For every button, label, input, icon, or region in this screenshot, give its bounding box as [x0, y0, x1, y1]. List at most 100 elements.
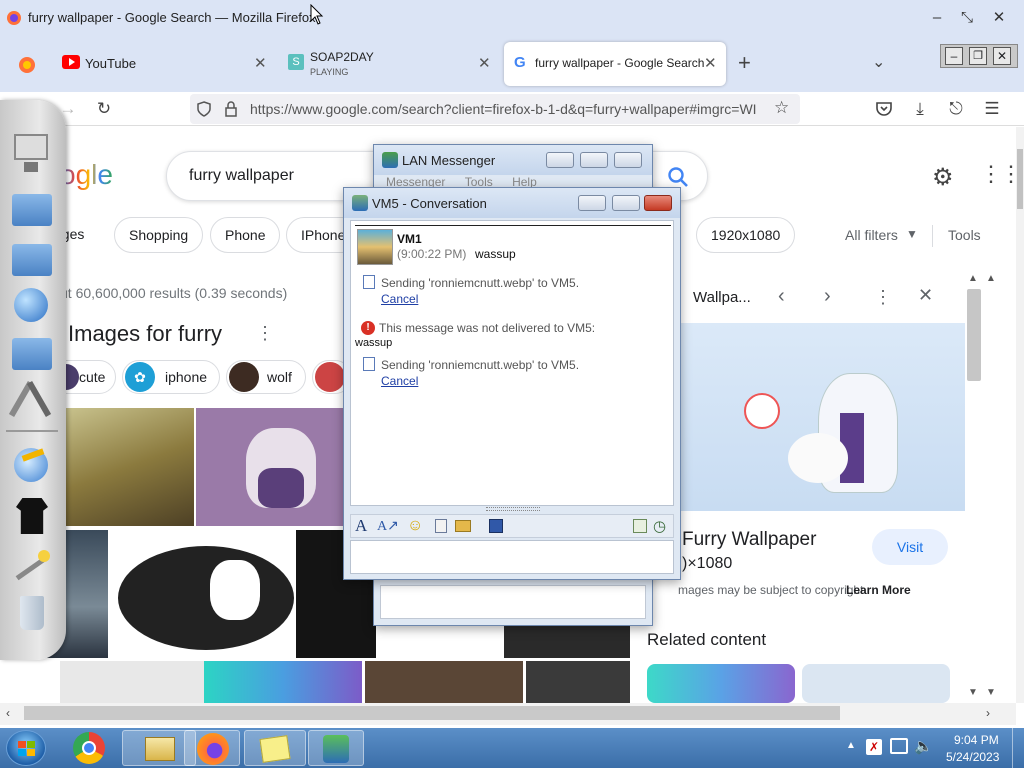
- taskbar-sticky-notes[interactable]: [244, 730, 306, 766]
- image-result[interactable]: [62, 408, 194, 526]
- filter-chip-shopping[interactable]: Shopping: [114, 217, 204, 253]
- network-icon[interactable]: [890, 738, 908, 754]
- magic-wand-icon[interactable]: [8, 544, 54, 594]
- show-hidden-icons-icon[interactable]: ▲: [846, 740, 856, 751]
- image-result[interactable]: [365, 661, 523, 703]
- tab-youtube[interactable]: YouTube ✕: [52, 40, 276, 90]
- image-result[interactable]: [60, 661, 204, 703]
- menu-hamburger-icon[interactable]: ☰: [980, 97, 1004, 121]
- splitter-grip[interactable]: [486, 507, 540, 511]
- maximize-button[interactable]: [580, 152, 608, 168]
- panel-scroll-down-icon[interactable]: ▼: [986, 687, 996, 698]
- volume-icon[interactable]: 🔈: [914, 737, 933, 755]
- tab-google-search[interactable]: G furry wallpaper - Google Search ✕: [504, 42, 726, 86]
- folder-icon[interactable]: [8, 184, 54, 234]
- folder-icon[interactable]: [8, 328, 54, 378]
- show-desktop-button[interactable]: [1012, 728, 1024, 768]
- related-chip-wolf[interactable]: wolf: [226, 360, 306, 394]
- all-filters-button[interactable]: All filters: [845, 227, 898, 243]
- network-globe-icon[interactable]: [8, 282, 54, 332]
- folder-icon[interactable]: [8, 234, 54, 284]
- search-input[interactable]: furry wallpaper: [189, 167, 294, 185]
- font-color-icon[interactable]: A↗: [377, 518, 399, 535]
- action-center-icon[interactable]: ✗: [866, 739, 882, 755]
- close-button[interactable]: [614, 152, 642, 168]
- image-result[interactable]: [110, 530, 294, 658]
- minimize-button[interactable]: [578, 195, 606, 211]
- panel-scroll-up-icon[interactable]: ▲: [968, 273, 978, 284]
- learn-more-link[interactable]: Learn More: [846, 583, 911, 597]
- google-logo[interactable]: ogle: [60, 159, 113, 191]
- minimize-button[interactable]: –: [926, 8, 948, 28]
- image-result[interactable]: [526, 661, 630, 703]
- tshirt-icon[interactable]: [8, 492, 54, 542]
- horizontal-scrollbar[interactable]: ‹ ›: [0, 703, 1016, 725]
- settings-gear-icon[interactable]: ⚙: [932, 163, 954, 192]
- image-result[interactable]: [504, 622, 630, 658]
- close-button[interactable]: [644, 195, 672, 211]
- image-result[interactable]: [204, 661, 362, 703]
- internet-explorer-icon[interactable]: [8, 442, 54, 492]
- preview-source-title[interactable]: Wallpa...: [693, 289, 751, 306]
- message-input[interactable]: [350, 540, 674, 574]
- visit-button[interactable]: Visit: [872, 529, 948, 565]
- pocket-icon[interactable]: [875, 100, 893, 118]
- maximize-button[interactable]: [612, 195, 640, 211]
- cancel-transfer-link[interactable]: Cancel: [381, 374, 418, 388]
- computer-icon[interactable]: [8, 130, 54, 180]
- url-text[interactable]: https://www.google.com/search?client=fir…: [250, 101, 766, 117]
- panel-scrollbar-thumb[interactable]: [967, 289, 981, 381]
- close-tab-icon[interactable]: ✕: [254, 54, 267, 72]
- vm-close-button[interactable]: ✕: [993, 47, 1011, 65]
- vm-minimize-button[interactable]: –: [945, 47, 963, 65]
- clock-time[interactable]: 9:04 PM: [954, 733, 999, 747]
- restore-button[interactable]: ⤡: [956, 8, 978, 28]
- save-icon[interactable]: [489, 519, 503, 533]
- history-icon[interactable]: [633, 519, 647, 533]
- tools-icon[interactable]: [8, 374, 54, 424]
- vertical-scrollbar[interactable]: [1016, 127, 1024, 703]
- apps-grid-icon[interactable]: ⋮⋮⋮: [980, 161, 1016, 187]
- cancel-transfer-link[interactable]: Cancel: [381, 292, 418, 306]
- vertical-scrollbar-thumb[interactable]: [1017, 149, 1023, 209]
- taskbar-lan-messenger[interactable]: [308, 730, 364, 766]
- all-filters-chevron-icon[interactable]: ▼: [906, 227, 918, 241]
- start-button[interactable]: [6, 730, 46, 766]
- send-file-icon[interactable]: [435, 519, 447, 533]
- shield-icon[interactable]: [196, 101, 212, 117]
- previous-arrow-icon[interactable]: ‹: [778, 285, 785, 308]
- clock-icon[interactable]: ◷: [653, 517, 666, 535]
- vm-restore-button[interactable]: ❐: [969, 47, 987, 65]
- filter-chip-phone[interactable]: Phone: [210, 217, 281, 253]
- related-image[interactable]: [647, 664, 795, 703]
- more-options-icon[interactable]: ⋮: [256, 323, 274, 344]
- clock-date[interactable]: 5/24/2023: [946, 750, 999, 764]
- related-image[interactable]: [802, 664, 950, 703]
- scroll-right-arrow-icon[interactable]: ›: [986, 706, 990, 720]
- panel-scroll-down-icon[interactable]: ▼: [968, 687, 978, 698]
- scroll-left-arrow-icon[interactable]: ‹: [6, 706, 10, 720]
- horizontal-scrollbar-thumb[interactable]: [24, 706, 840, 720]
- close-tab-icon[interactable]: ✕: [478, 54, 491, 72]
- taskbar-firefox[interactable]: [184, 730, 240, 766]
- close-window-button[interactable]: ✕: [988, 8, 1010, 28]
- preview-image[interactable]: [678, 323, 965, 511]
- send-folder-icon[interactable]: [455, 520, 471, 532]
- tab-soap2day[interactable]: S SOAP2DAY PLAYING ✕: [278, 40, 500, 90]
- panel-scroll-up-icon[interactable]: ▲: [986, 273, 996, 284]
- images-heading[interactable]: Images for furry: [68, 321, 222, 347]
- filter-chip-1920x1080[interactable]: 1920x1080: [696, 217, 796, 253]
- taskbar-chrome[interactable]: [52, 730, 126, 766]
- extensions-icon[interactable]: ⎋: [944, 97, 968, 121]
- tools-button[interactable]: Tools: [948, 227, 981, 243]
- related-chip-iphone[interactable]: ✿ iphone: [122, 360, 220, 394]
- downloads-icon[interactable]: ⤓: [908, 97, 932, 121]
- lock-icon[interactable]: [224, 101, 238, 117]
- new-tab-button[interactable]: +: [738, 50, 751, 76]
- next-arrow-icon[interactable]: ›: [824, 285, 831, 308]
- minimize-button[interactable]: [546, 152, 574, 168]
- emoticon-icon[interactable]: ☺: [407, 517, 423, 535]
- reload-icon[interactable]: ↻: [92, 97, 116, 121]
- recycle-bin-icon[interactable]: [8, 590, 54, 640]
- close-preview-icon[interactable]: ✕: [918, 285, 933, 306]
